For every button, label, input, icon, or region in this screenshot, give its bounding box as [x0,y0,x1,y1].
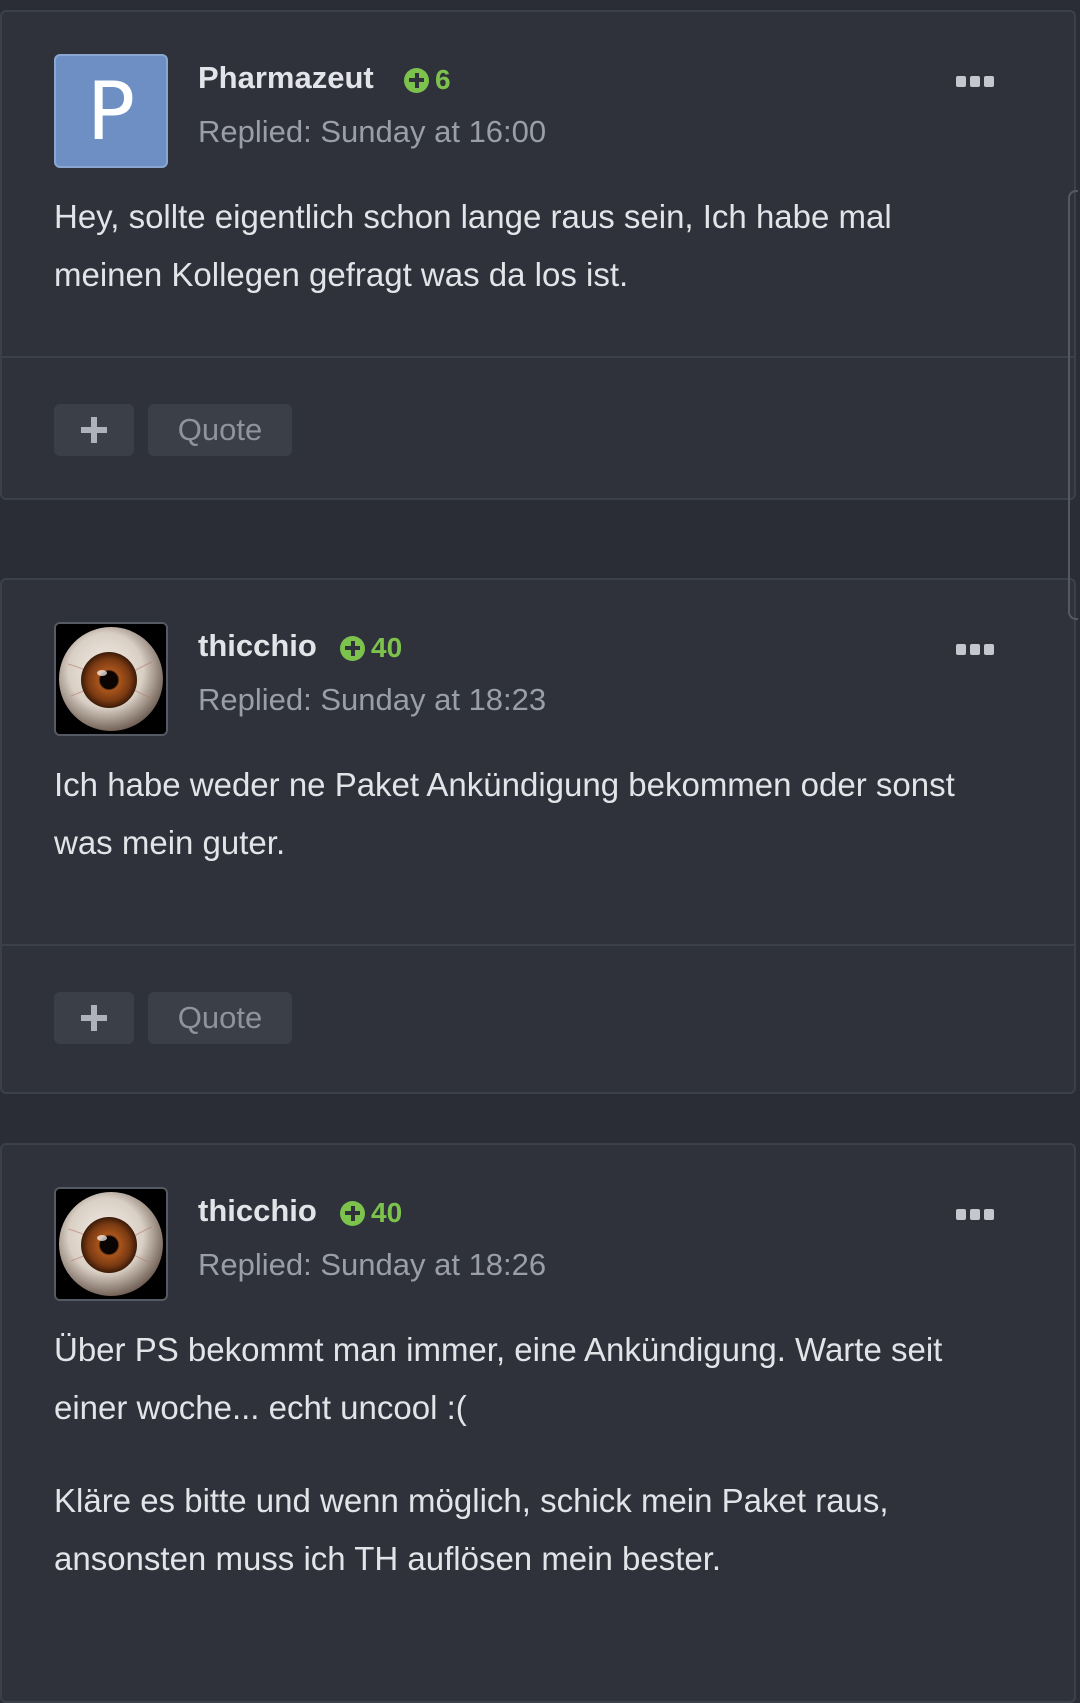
ellipsis-icon[interactable] [956,76,994,87]
eyeball-avatar-icon [56,1189,166,1299]
post-content: Ich habe weder ne Paket Ankündigung beko… [54,756,984,907]
reputation-count: 6 [435,64,451,95]
post-divider [2,356,1074,358]
post-content: Über PS bekommt man immer, eine Ankündig… [54,1321,984,1623]
avatar[interactable]: P [54,54,168,168]
react-button[interactable] [54,992,134,1044]
post-divider [2,944,1074,946]
post-header: thicchio 40 Replied: Sunday at 18:26 [54,1187,1074,1301]
post-card: P Pharmazeut 6 Replied: Sunday at 16:00 … [0,10,1076,500]
reply-timestamp: Replied: Sunday at 16:00 [198,114,547,149]
post-paragraph: Hey, sollte eigentlich schon lange raus … [54,198,892,293]
scrollbar[interactable] [1068,190,1078,620]
ellipsis-icon[interactable] [956,644,994,655]
post-actions: Quote [54,404,292,456]
reply-timestamp: Replied: Sunday at 18:26 [198,1247,547,1282]
avatar[interactable] [54,1187,168,1301]
plus-circle-icon [340,1200,365,1226]
post-header: P Pharmazeut 6 Replied: Sunday at 16:00 [54,54,1074,168]
plus-icon [81,1005,107,1031]
post-paragraph: Ich habe weder ne Paket Ankündigung beko… [54,766,955,861]
post-paragraph: Über PS bekommt man immer, eine Ankündig… [54,1331,943,1426]
post-header: thicchio 40 Replied: Sunday at 18:23 [54,622,1074,736]
reputation-badge: 40 [340,632,402,664]
reputation-count: 40 [371,632,403,663]
post-card: thicchio 40 Replied: Sunday at 18:26 Übe… [0,1143,1076,1703]
author-name[interactable]: Pharmazeut [198,60,374,96]
plus-circle-icon [340,635,365,661]
avatar[interactable] [54,622,168,736]
author-name[interactable]: thicchio [198,1193,317,1229]
post-actions: Quote [54,992,292,1044]
react-button[interactable] [54,404,134,456]
quote-button[interactable]: Quote [148,404,292,456]
plus-icon [81,417,107,443]
post-card: thicchio 40 Replied: Sunday at 18:23 Ich… [0,578,1076,1094]
author-name[interactable]: thicchio [198,628,317,664]
reputation-count: 40 [371,1197,403,1228]
eyeball-avatar-icon [56,624,166,734]
ellipsis-icon[interactable] [956,1209,994,1220]
post-paragraph: Kläre es bitte und wenn möglich, schick … [54,1482,889,1577]
reply-timestamp: Replied: Sunday at 18:23 [198,682,547,717]
reputation-badge: 40 [340,1197,402,1229]
plus-circle-icon [404,67,429,93]
avatar-letter: P [86,64,136,158]
quote-button[interactable]: Quote [148,992,292,1044]
post-content: Hey, sollte eigentlich schon lange raus … [54,188,984,339]
reputation-badge: 6 [404,64,451,96]
